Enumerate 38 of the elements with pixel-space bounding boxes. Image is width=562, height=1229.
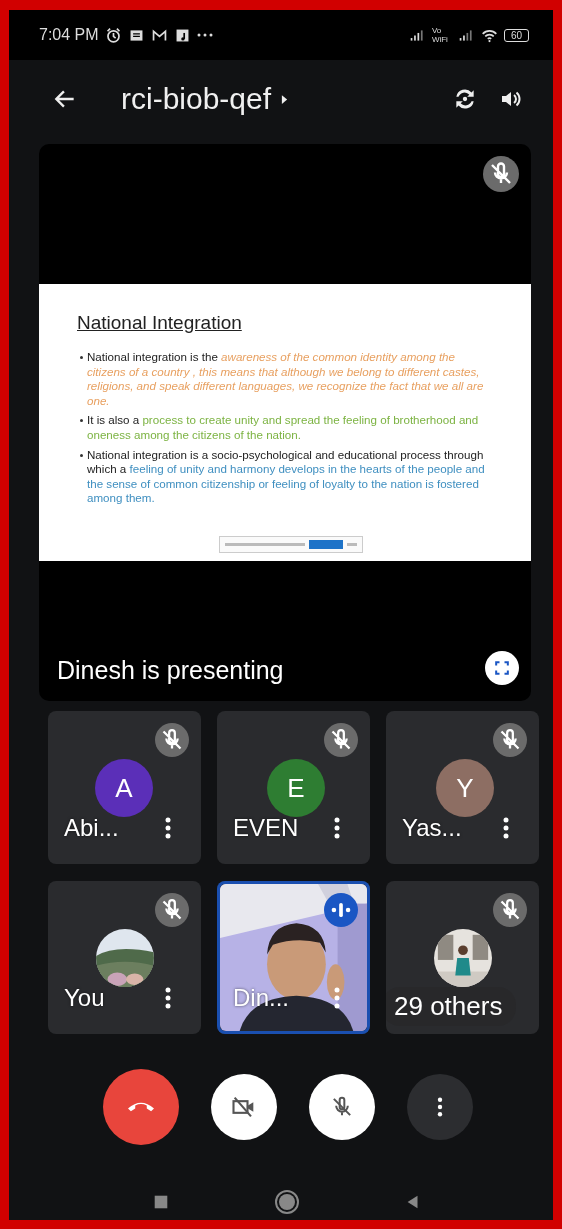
home-button[interactable] [272,1187,302,1217]
participant-tile[interactable]: 29 others [386,881,539,1034]
presenter-caption: Dinesh is presenting [57,656,284,685]
participant-tile[interactable]: E EVEN [217,711,370,864]
participant-tile[interactable]: A Abi... [48,711,201,864]
participant-name: Abi... [64,814,119,842]
status-time: 7:04 PM [39,26,99,44]
more-vert-icon [334,817,340,839]
phone-icon [128,1101,154,1113]
more-notifications-icon [196,33,213,37]
fullscreen-button[interactable] [485,651,519,685]
fullscreen-icon [492,658,512,678]
avatar: Y [436,759,494,817]
avatar: E [267,759,325,817]
slide-title: National Integration [77,312,242,334]
slide-bullet: National integration is the awareness of the common identity among the citizens of a country , this means that although we belong to different castes, religions, and speak different languages, we recognize the fact that we all are one. [79,350,495,409]
caret-icon [281,93,289,105]
square-icon [152,1193,170,1211]
others-count[interactable]: 29 others [386,987,517,1026]
alarm-icon [104,26,122,44]
meeting-title[interactable]: rci-biob-qef [121,82,272,116]
slide-bullet: It is also a process to create unity and spread the feeling of brotherhood and oneness among the citizens of the nation. [79,413,495,443]
battery-indicator: 60 [503,28,529,42]
participant-name: EVEN [233,814,299,842]
more-vert-icon [334,987,340,1009]
participant-tile[interactable]: Y Yas... [386,711,539,864]
speaking-icon [324,893,358,927]
vowifi-label: Vo WiFi [431,26,449,44]
slide-bullet: National integration is a socio-psychological and educational process through which a feeling of unity and harmony develops in the hearts of the people and the sense of common citizenship or feeling of loyalty to the nation is fostered among them. [79,447,495,506]
more-vert-icon [165,817,171,839]
avatar: A [95,759,153,817]
participant-name: You [64,984,105,1012]
more-vert-icon [165,987,171,1009]
more-vert-icon [503,817,509,839]
participant-tile[interactable]: You [48,881,201,1034]
participant-name: Yas... [402,814,462,842]
circle-icon [274,1189,300,1215]
more-vert-icon [437,1097,443,1117]
